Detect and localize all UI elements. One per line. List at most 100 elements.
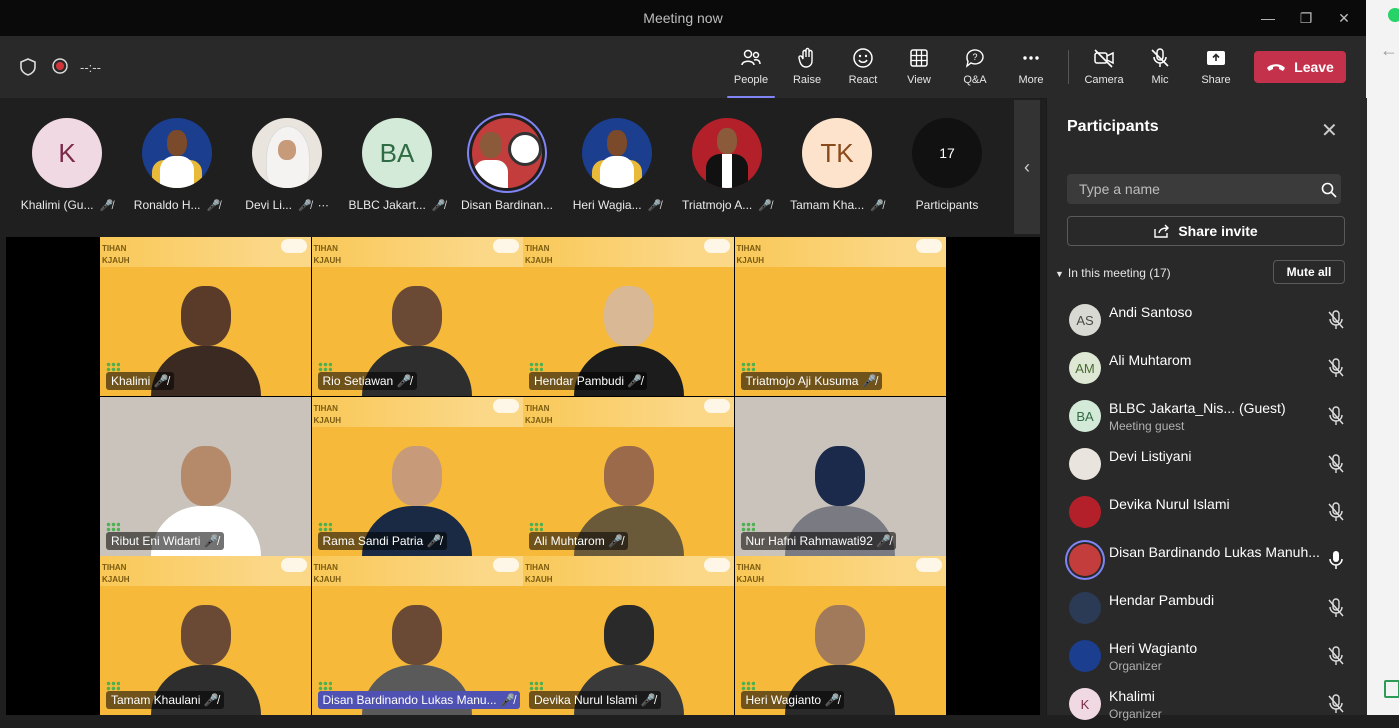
background-banner bbox=[523, 396, 734, 427]
participant-row[interactable]: Devika Nurul Islami bbox=[1067, 490, 1347, 536]
people-icon bbox=[741, 49, 761, 66]
close-panel-icon[interactable]: ✕ bbox=[1321, 118, 1338, 143]
whatsapp-icon[interactable] bbox=[1388, 8, 1399, 22]
video-tile[interactable]: TIHAN KJAUH Rio Setiawan 🎤̸ bbox=[311, 237, 523, 396]
mic-off-icon[interactable] bbox=[1327, 694, 1345, 714]
in-meeting-section-label: In this meeting (17) bbox=[1067, 266, 1171, 280]
video-tile-name: Khalimi 🎤̸ bbox=[106, 372, 174, 390]
strip-tile[interactable]: TK Tamam Kha... 🎤̸ bbox=[782, 118, 892, 228]
video-tile[interactable]: TIHAN KJAUH Khalimi 🎤̸ bbox=[100, 237, 311, 396]
leave-button[interactable]: Leave bbox=[1254, 51, 1346, 83]
strip-tile[interactable]: Triatmojo A... 🎤̸ bbox=[672, 118, 782, 228]
strip-tile-name: Heri Wagia... bbox=[572, 198, 642, 212]
participant-row[interactable]: Hendar Pambudi bbox=[1067, 586, 1347, 632]
raise-button[interactable]: Raise bbox=[779, 46, 835, 92]
mic-off-icon: 🎤̸ bbox=[640, 693, 656, 707]
mic-off-icon: 🎤̸ bbox=[758, 200, 772, 212]
hand-icon bbox=[798, 47, 813, 68]
participant-row[interactable]: AM Ali Muhtarom bbox=[1067, 346, 1347, 392]
strip-tile[interactable]: Ronaldo H... 🎤̸ bbox=[122, 118, 232, 228]
avatar bbox=[1069, 448, 1101, 480]
shield-icon[interactable] bbox=[20, 58, 36, 76]
meeting-toolbar: --:-- People Raise React View ? Q&A More… bbox=[0, 36, 1366, 99]
react-button[interactable]: React bbox=[835, 46, 891, 92]
avatar bbox=[142, 118, 212, 188]
share-icon bbox=[1207, 51, 1225, 65]
svg-text:?: ? bbox=[972, 52, 977, 62]
participant-role: Organizer bbox=[1109, 707, 1162, 721]
mic-off-icon[interactable] bbox=[1327, 358, 1345, 378]
participant-row[interactable]: Disan Bardinando Lukas Manuh... bbox=[1067, 538, 1347, 584]
mic-off-icon bbox=[1151, 48, 1169, 67]
signal-dots-icon bbox=[317, 362, 332, 372]
share-invite-button[interactable]: Share invite bbox=[1067, 216, 1345, 246]
recording-icon bbox=[52, 58, 68, 74]
mute-all-button[interactable]: Mute all bbox=[1273, 260, 1345, 284]
strip-tile[interactable]: K Khalimi (Gu... 🎤̸ bbox=[12, 118, 122, 228]
document-icon[interactable] bbox=[1384, 680, 1399, 698]
mic-off-icon[interactable] bbox=[1327, 598, 1345, 618]
in-meeting-section-toggle[interactable]: ▼ In this meeting (17) bbox=[1055, 266, 1171, 280]
share-button[interactable]: Share bbox=[1188, 46, 1244, 92]
participant-row[interactable]: K Khalimi Organizer bbox=[1067, 682, 1347, 728]
video-tile[interactable]: TIHAN KJAUH Tamam Khaulani 🎤̸ bbox=[100, 556, 311, 715]
mic-off-icon[interactable] bbox=[1327, 406, 1345, 426]
video-tile[interactable]: TIHAN KJAUH Hendar Pambudi 🎤̸ bbox=[523, 237, 734, 396]
background-banner bbox=[523, 556, 734, 586]
mic-off-icon[interactable] bbox=[1327, 310, 1345, 330]
restore-icon[interactable]: ❐ bbox=[1296, 8, 1316, 28]
minimize-icon[interactable]: — bbox=[1258, 8, 1278, 28]
video-tile[interactable]: TIHAN KJAUH Rama Sandi Patria 🎤̸ bbox=[311, 396, 523, 556]
video-tile[interactable]: TIHAN KJAUH Triatmojo Aji Kusuma 🎤̸ bbox=[734, 237, 946, 396]
mic-on-icon[interactable] bbox=[1327, 550, 1345, 570]
video-tile[interactable]: TIHAN KJAUH Disan Bardinando Lukas Manu...… bbox=[311, 556, 523, 715]
mic-off-icon: 🎤̸ bbox=[206, 200, 221, 212]
mic-off-icon: 🎤̸ bbox=[203, 533, 219, 548]
strip-tile-active-speaker[interactable]: Disan Bardinan... bbox=[452, 118, 562, 228]
search-icon[interactable] bbox=[1321, 182, 1337, 198]
camera-button[interactable]: Camera bbox=[1076, 46, 1132, 92]
share-label: Share bbox=[1201, 74, 1231, 86]
participant-search-input[interactable] bbox=[1067, 174, 1341, 204]
collapse-strip-chevron-icon[interactable]: ‹ bbox=[1014, 100, 1040, 234]
mic-off-icon[interactable] bbox=[1327, 502, 1345, 522]
strip-tile[interactable]: Devi Li... 🎤̸ ⋯ bbox=[232, 118, 342, 228]
close-window-icon[interactable]: ✕ bbox=[1334, 8, 1354, 28]
strip-tile[interactable]: Heri Wagia... 🎤̸ bbox=[562, 118, 672, 228]
view-button[interactable]: View bbox=[891, 46, 947, 92]
organization-logo bbox=[704, 398, 730, 413]
participant-row[interactable]: BA BLBC Jakarta_Nis... (Guest) Meeting gue… bbox=[1067, 394, 1347, 440]
mic-off-icon[interactable] bbox=[1327, 646, 1345, 666]
video-tile[interactable]: Nur Hafni Rahmawati92 🎤̸ bbox=[734, 396, 946, 556]
more-options-icon[interactable]: ⋯ bbox=[318, 200, 329, 212]
background-banner-text: TIHAN KJAUH bbox=[736, 244, 765, 265]
participant-row[interactable]: Heri Wagianto Organizer bbox=[1067, 634, 1347, 680]
strip-tile-name: Tamam Kha... bbox=[790, 198, 865, 212]
strip-tile[interactable]: BA BLBC Jakart... 🎤̸ bbox=[342, 118, 452, 228]
video-tile-name: Disan Bardinando Lukas Manu... 🎤̸ bbox=[317, 691, 520, 709]
video-tile[interactable]: TIHAN KJAUH Heri Wagianto 🎤̸ bbox=[734, 556, 946, 715]
qa-button[interactable]: ? Q&A bbox=[947, 46, 1003, 92]
participants-overflow-tile[interactable]: 17 Participants bbox=[892, 118, 1002, 228]
more-button[interactable]: More bbox=[1003, 46, 1059, 92]
back-arrow-icon[interactable]: ← bbox=[1380, 40, 1398, 61]
mic-off-icon: 🎤̸ bbox=[396, 374, 412, 388]
participant-name: Devika Nurul Islami bbox=[1109, 496, 1230, 512]
participant-row[interactable]: AS Andi Santoso bbox=[1067, 298, 1347, 344]
organization-logo bbox=[704, 558, 730, 572]
mic-label: Mic bbox=[1151, 74, 1169, 86]
strip-tile-name: Khalimi (Gu... bbox=[20, 198, 94, 212]
participant-row[interactable]: Devi Listiyani bbox=[1067, 442, 1347, 488]
mic-off-icon: 🎤̸ bbox=[99, 200, 114, 212]
people-button[interactable]: People bbox=[723, 46, 779, 98]
participants-overflow-label: Participants bbox=[915, 198, 979, 212]
video-tile[interactable]: TIHAN KJAUH Devika Nurul Islami 🎤̸ bbox=[523, 556, 734, 715]
participant-strip: K Khalimi (Gu... 🎤̸ Ronaldo H... 🎤̸ Devi L… bbox=[0, 98, 1040, 236]
video-tile[interactable]: TIHAN KJAUH Ali Muhtarom 🎤̸ bbox=[523, 396, 734, 556]
background-banner-text: TIHAN KJAUH bbox=[525, 244, 553, 265]
camera-label: Camera bbox=[1084, 74, 1124, 86]
mic-button[interactable]: Mic bbox=[1132, 46, 1188, 92]
avatar bbox=[252, 118, 322, 188]
video-tile[interactable]: Ribut Eni Widarti 🎤̸ bbox=[100, 396, 311, 556]
mic-off-icon[interactable] bbox=[1327, 454, 1345, 474]
